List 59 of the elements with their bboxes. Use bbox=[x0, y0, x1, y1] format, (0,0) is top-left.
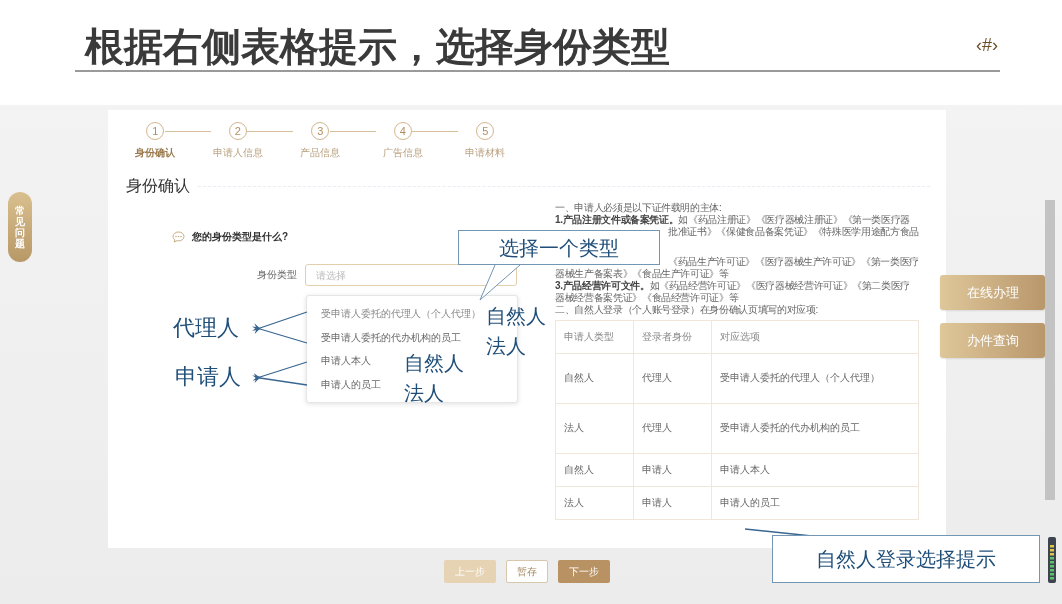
notice-text: 一、申请人必须是以下证件载明的主体: bbox=[555, 202, 723, 214]
table-cell: 申请人本人 bbox=[711, 453, 919, 486]
step-number: 1 bbox=[146, 122, 165, 140]
table-cell: 受申请人委托的代理人（个人代理） bbox=[711, 353, 919, 403]
dropdown-option[interactable]: 受申请人委托的代理人（个人代理） bbox=[321, 302, 481, 326]
step-number: 2 bbox=[228, 122, 247, 140]
page-number: ‹#› bbox=[976, 35, 998, 57]
annotation-label: 法人 bbox=[404, 381, 444, 405]
table-cell: 受申请人委托的代办机构的员工 bbox=[711, 403, 919, 453]
step-number: 5 bbox=[476, 122, 495, 140]
annotation-label: 法人 bbox=[486, 334, 526, 358]
annotation-label: 代理人 bbox=[173, 315, 239, 342]
dropdown-option[interactable]: 申请人本人 bbox=[321, 349, 371, 373]
table-cell: 申请人的员工 bbox=[711, 486, 919, 519]
callout-box: 自然人登录选择提示 bbox=[772, 535, 1040, 583]
step-label[interactable]: 申请材料 bbox=[465, 146, 506, 160]
field-label: 身份类型 bbox=[256, 268, 297, 282]
notice-text: 二、自然人登录（个人账号登录）在身份确认页填写的对应项: bbox=[555, 304, 819, 317]
annotation-label: 自然人 bbox=[486, 304, 546, 328]
chat-bubble-icon bbox=[172, 231, 185, 243]
next-button[interactable]: 下一步 bbox=[558, 560, 610, 583]
notice-text: 器械经营备案凭证》《食品经营许可证》等 bbox=[555, 292, 740, 305]
leader-arrow bbox=[252, 323, 308, 344]
table-header: 申请人类型 bbox=[555, 320, 634, 353]
notice-text: 器械生产备案表》《食品生产许可证》等 bbox=[555, 267, 730, 280]
table-cell: 法人 bbox=[555, 403, 634, 453]
question-text: 您的身份类型是什么? bbox=[192, 230, 289, 244]
table-header: 登录者身份 bbox=[633, 320, 712, 353]
table-cell: 代理人 bbox=[633, 353, 712, 403]
save-draft-button[interactable]: 暂存 bbox=[506, 560, 548, 583]
table-cell: 申请人 bbox=[633, 486, 712, 519]
table-cell: 自然人 bbox=[555, 453, 634, 486]
step-label[interactable]: 产品信息 bbox=[300, 146, 341, 160]
leader-arrow bbox=[252, 311, 308, 335]
side-button[interactable]: 办件查询 bbox=[940, 323, 1045, 358]
step-label[interactable]: 广告信息 bbox=[382, 146, 423, 160]
step-number: 3 bbox=[311, 122, 330, 140]
level-meter-icon bbox=[1048, 537, 1056, 583]
dropdown-option[interactable]: 受申请人委托的代办机构的员工 bbox=[321, 325, 461, 349]
section-title: 身份确认 bbox=[126, 176, 190, 196]
annotation-label: 申请人 bbox=[175, 364, 241, 391]
notice-text: 《药品生产许可证》《医疗器械生产许可证》《第一类医疗 bbox=[667, 255, 919, 268]
step-label[interactable]: 申请人信息 bbox=[212, 146, 263, 160]
step-number: 4 bbox=[393, 122, 412, 140]
notice-text: 批准证书》《保健食品备案凭证》《特殊医学用途配方食品 bbox=[667, 226, 919, 239]
scrollbar[interactable] bbox=[1045, 200, 1055, 500]
table-cell: 自然人 bbox=[555, 353, 634, 403]
notice-text: 1.产品注册文件或备案凭证。如《药品注册证》《医疗器械注册证》《第一类医疗器 bbox=[555, 214, 912, 226]
notice-text: 3.产品经营许可文件。如《药品经营许可证》《医疗器械经营许可证》《第二类医疗 bbox=[555, 279, 912, 292]
step-label[interactable]: 身份确认 bbox=[135, 146, 176, 160]
slide-title: 根据右侧表格提示，选择身份类型 bbox=[85, 25, 670, 70]
faq-tab[interactable]: 常见问题 bbox=[8, 192, 32, 262]
table-cell: 申请人 bbox=[633, 453, 712, 486]
table-cell: 代理人 bbox=[633, 403, 712, 453]
table-cell: 法人 bbox=[555, 486, 634, 519]
table-header: 对应选项 bbox=[711, 320, 919, 353]
dropdown-option[interactable]: 申请人的员工 bbox=[321, 372, 381, 396]
side-button[interactable]: 在线办理 bbox=[940, 275, 1045, 310]
annotation-label: 自然人 bbox=[404, 351, 464, 375]
